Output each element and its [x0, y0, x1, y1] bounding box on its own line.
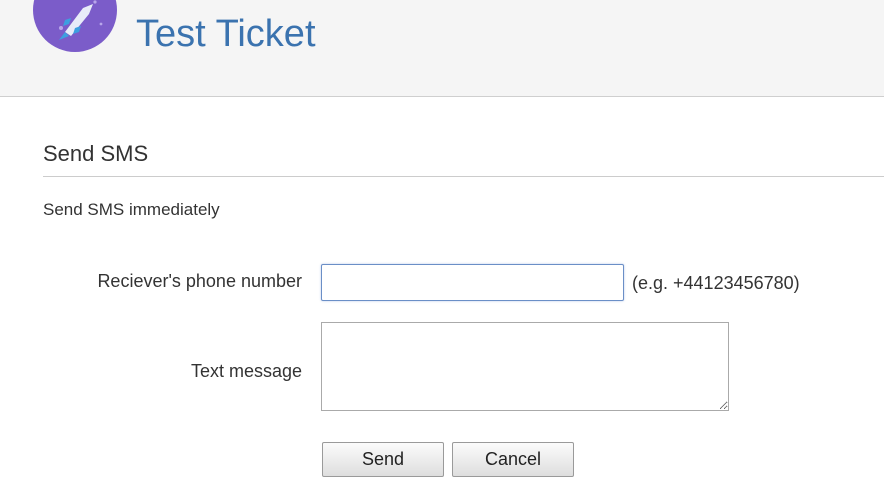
page-title: Test Ticket	[136, 13, 316, 55]
cancel-button[interactable]: Cancel	[452, 442, 574, 477]
send-button[interactable]: Send	[322, 442, 444, 477]
section-divider	[43, 176, 884, 177]
section-description: Send SMS immediately	[43, 200, 220, 219]
phone-number-label: Reciever's phone number	[97, 271, 302, 291]
rocket-icon[interactable]	[31, 0, 119, 54]
text-message-textarea[interactable]	[321, 322, 729, 411]
text-message-label: Text message	[190, 361, 302, 381]
page-header: Test Ticket	[0, 0, 884, 97]
section-heading: Send SMS	[43, 141, 149, 166]
phone-number-input[interactable]	[321, 264, 624, 301]
phone-number-hint: (e.g. +44123456780)	[632, 273, 800, 293]
